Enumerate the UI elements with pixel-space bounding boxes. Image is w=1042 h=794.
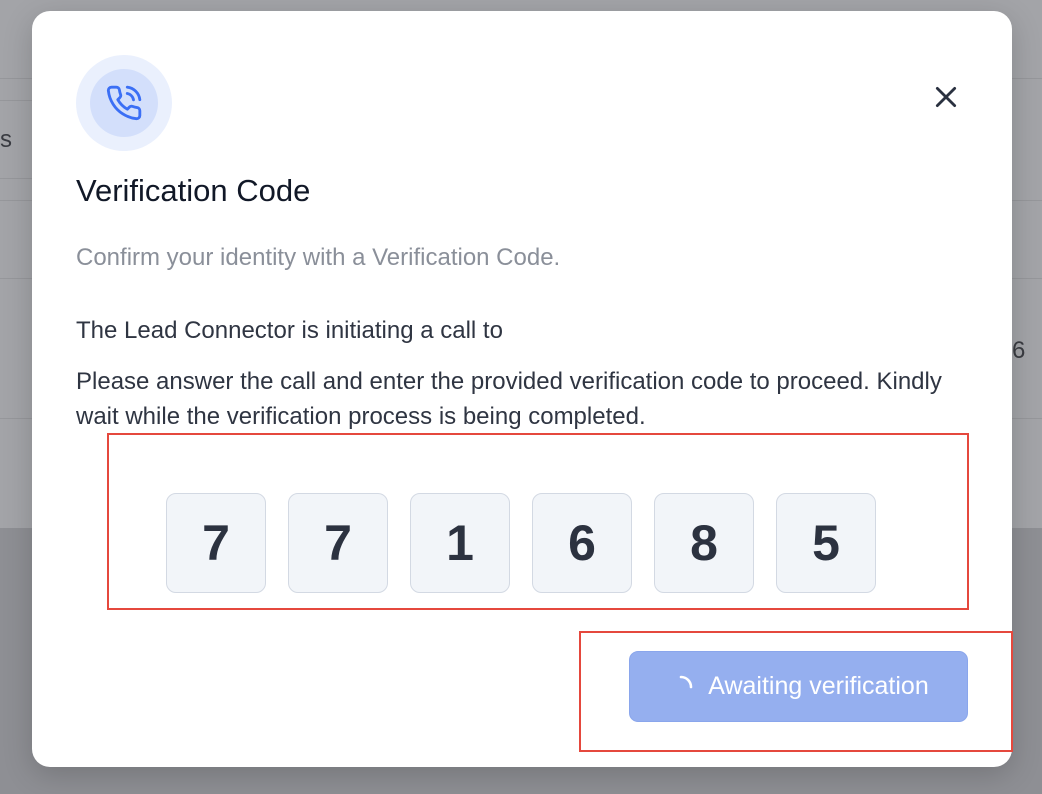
instructions-text: Please answer the call and enter the pro… xyxy=(76,368,942,430)
awaiting-verification-label: Awaiting verification xyxy=(708,672,929,700)
phone-call-icon xyxy=(90,69,158,137)
background-text-fragment: s xyxy=(0,126,12,153)
code-digit-box[interactable]: 7 xyxy=(166,493,266,593)
code-digit-box[interactable]: 1 xyxy=(410,493,510,593)
call-notice-text: The Lead Connector is initiating a call … xyxy=(76,317,503,344)
loading-spinner-icon xyxy=(679,675,693,688)
code-digit-box[interactable]: 8 xyxy=(654,493,754,593)
awaiting-verification-button[interactable]: Awaiting verification xyxy=(629,651,968,722)
dialog-title: Verification Code xyxy=(76,173,311,208)
verification-code-boxes: 771685 xyxy=(166,493,876,593)
code-digit-box[interactable]: 5 xyxy=(776,493,876,593)
background-text-fragment: 6 xyxy=(1012,337,1026,364)
close-icon xyxy=(935,86,957,108)
dialog-subtitle: Confirm your identity with a Verificatio… xyxy=(76,244,561,271)
dialog-icon-badge xyxy=(76,55,172,151)
verification-dialog: Verification Code Confirm your identity … xyxy=(32,11,1012,767)
code-digit-box[interactable]: 6 xyxy=(532,493,632,593)
close-button[interactable] xyxy=(928,79,964,115)
code-digit-box[interactable]: 7 xyxy=(288,493,388,593)
